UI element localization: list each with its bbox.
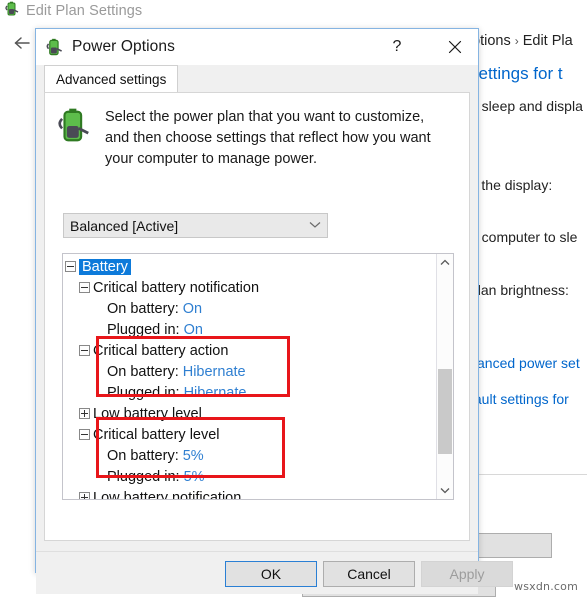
tree-item[interactable]: Low battery level [65,403,437,424]
tree-item[interactable]: Critical battery action [65,340,437,361]
tree-item-label: Battery [79,259,131,275]
tab-advanced-settings[interactable]: Advanced settings [44,65,178,92]
tree-item-value[interactable]: On [184,322,203,338]
tree-item[interactable]: Low battery notification [65,487,437,500]
background-titlebar: Edit Plan Settings [0,0,587,22]
tree-item[interactable]: Battery [65,256,437,277]
power-plan-select-value: Balanced [Active] [70,218,178,234]
tree-item-label: On battery: [107,301,179,317]
breadcrumb-separator-icon: › [515,34,519,48]
tree-item-value[interactable]: Hibernate [183,364,246,380]
breadcrumb[interactable]: ptions›Edit Pla [472,33,573,49]
tree-scrollbar[interactable] [436,254,453,499]
dialog-footer: OK Cancel Apply [36,551,478,594]
tree-node-list: Battery Critical battery notification On b… [63,254,437,500]
tree-item-label: Plugged in: [107,322,180,338]
power-options-dialog: Power Options ? Advanced settings [35,28,479,573]
expand-icon[interactable] [79,492,90,500]
tree-item[interactable]: Critical battery notification [65,277,437,298]
background-row-brightness-label: plan brightness: [470,282,587,298]
tree-item-label: Plugged in: [107,469,180,485]
background-page-content: settings for t e sleep and displa ff the… [470,64,587,407]
advanced-settings-panel: Select the power plan that you want to c… [44,92,470,541]
background-link-advanced-power-settings[interactable]: vanced power set [470,355,587,371]
tree-item-label: Low battery notification [93,490,241,501]
tree-item[interactable]: On battery:Hibernate [65,361,437,382]
collapse-icon[interactable] [79,345,90,356]
tree-item-label: Critical battery notification [93,280,259,296]
power-plug-battery-icon [4,1,20,22]
background-page-subtitle: e sleep and displa [470,97,587,115]
chevron-up-icon[interactable] [437,254,453,271]
dialog-blurb: Select the power plan that you want to c… [45,93,469,170]
ok-button-label: OK [261,566,281,582]
tree-item[interactable]: On battery:On [65,298,437,319]
tree-item-value[interactable]: 5% [184,469,205,485]
collapse-icon[interactable] [79,429,90,440]
breadcrumb-current: Edit Pla [523,33,573,49]
dialog-titlebar: Power Options ? [36,29,478,65]
background-row-display-label: ff the display: [470,177,587,193]
tab-advanced-settings-label: Advanced settings [56,72,166,87]
tree-item-label: Plugged in: [107,385,180,401]
dialog-blurb-text: Select the power plan that you want to c… [105,107,435,170]
power-plan-select[interactable]: Balanced [Active] [63,213,328,238]
tree-item-label: On battery: [107,448,179,464]
dialog-title: Power Options [72,38,175,56]
cancel-button[interactable]: Cancel [323,561,415,587]
help-icon[interactable]: ? [382,29,412,65]
power-plug-battery-icon [55,107,93,170]
tree-item-label: On battery: [107,364,179,380]
apply-button: Apply [421,561,513,587]
tree-item-label: Critical battery action [93,343,228,359]
dialog-tabstrip: Advanced settings [36,65,478,92]
background-row-sleep-label: e computer to sle [470,229,587,245]
chevron-down-icon[interactable] [437,482,453,499]
apply-button-label: Apply [449,566,484,582]
expand-icon[interactable] [79,408,90,419]
tree-item[interactable]: Plugged in:5% [65,466,437,487]
background-divider [470,474,587,475]
tree-item-value[interactable]: On [183,301,202,317]
tree-item-label: Low battery level [93,406,202,422]
background-link-restore-default-settings[interactable]: fault settings for [470,391,587,407]
scrollbar-thumb[interactable] [438,369,452,454]
close-icon[interactable] [432,29,478,65]
tree-item[interactable]: Critical battery level [65,424,437,445]
tree-item-label: Critical battery level [93,427,220,443]
watermark: wsxdn.com [514,580,578,593]
cancel-button-label: Cancel [347,566,391,582]
tree-item[interactable]: Plugged in:Hibernate [65,382,437,403]
collapse-icon[interactable] [65,261,76,272]
background-page-heading: settings for t [470,64,587,84]
tree-item[interactable]: Plugged in:On [65,319,437,340]
collapse-icon[interactable] [79,282,90,293]
background-window-title: Edit Plan Settings [26,3,142,19]
tree-item[interactable]: On battery:5% [65,445,437,466]
advanced-settings-tree[interactable]: Battery Critical battery notification On b… [62,253,454,500]
chevron-down-icon [309,220,321,232]
background-save-changes-button[interactable] [470,533,552,558]
ok-button[interactable]: OK [225,561,317,587]
tree-item-value[interactable]: 5% [183,448,204,464]
tree-item-value[interactable]: Hibernate [184,385,247,401]
power-plug-battery-icon [45,38,64,57]
